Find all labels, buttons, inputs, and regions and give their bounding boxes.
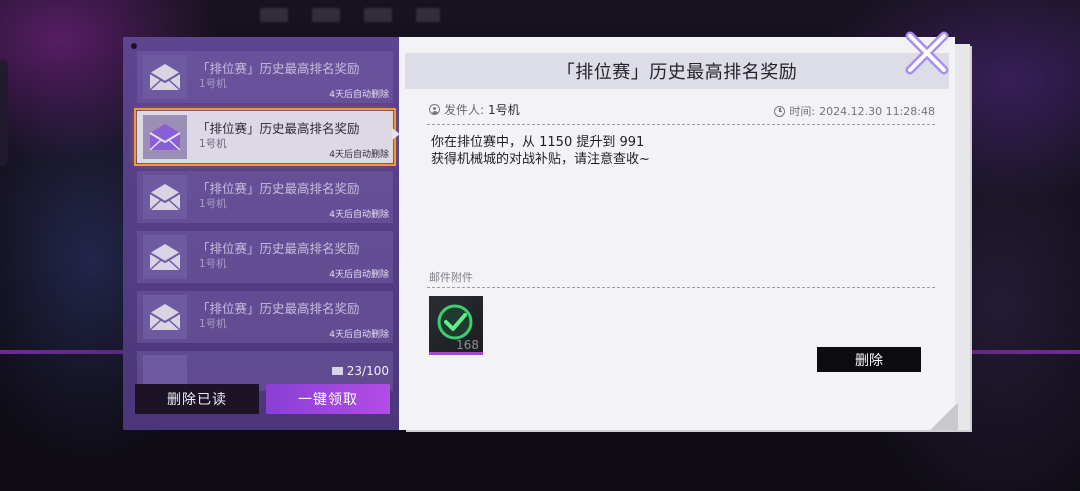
- attachment-quantity: 168: [456, 338, 479, 352]
- mail-item-expire: 4天后自动删除: [329, 330, 389, 340]
- mail-count-value: 23/100: [346, 364, 389, 378]
- envelope-icon: [143, 235, 187, 279]
- delete-mail-button[interactable]: 删除: [817, 347, 921, 372]
- mail-list[interactable]: 「排位赛」历史最高排名奖励 1号机 4天后自动删除 「排位赛」历史最高排名奖励 …: [123, 51, 399, 391]
- attachment-item[interactable]: 168: [429, 296, 483, 355]
- mail-list-item[interactable]: 「排位赛」历史最高排名奖励 1号机 4天后自动删除: [137, 231, 393, 283]
- background-side-tab: [0, 60, 8, 166]
- mail-list-item-selected[interactable]: 「排位赛」历史最高排名奖励 1号机 4天后自动删除: [134, 108, 396, 166]
- person-icon: [429, 104, 440, 115]
- mail-item-expire: 4天后自动删除: [329, 90, 389, 100]
- clock-icon: [774, 105, 786, 117]
- mail-body-line: 获得机械城的对战补贴，请注意查收~: [431, 152, 650, 167]
- paper-fold-corner: [930, 402, 958, 430]
- divider: [427, 287, 935, 288]
- mail-item-expire: 4天后自动删除: [329, 270, 389, 280]
- background-top-icons: [260, 8, 440, 22]
- mail-item-title: 「排位赛」历史最高排名奖励: [197, 61, 360, 76]
- mail-detail-panel: 「排位赛」历史最高排名奖励 发件人: 1号机 时间: 2024.12.30 11…: [399, 37, 958, 430]
- mail-detail-title: 「排位赛」历史最高排名奖励: [405, 53, 949, 89]
- mail-list-item[interactable]: 「排位赛」历史最高排名奖励 1号机 4天后自动删除: [137, 291, 393, 343]
- envelope-icon: [143, 175, 187, 219]
- close-icon[interactable]: [902, 28, 952, 78]
- mail-item-sender: 1号机: [199, 318, 227, 330]
- mail-item-sender: 1号机: [199, 258, 227, 270]
- envelope-open-icon: [143, 115, 187, 159]
- mail-item-sender: 1号机: [199, 198, 227, 210]
- mail-item-title: 「排位赛」历史最高排名奖励: [197, 181, 360, 196]
- mail-list-item[interactable]: 「排位赛」历史最高排名奖励 1号机 4天后自动删除: [137, 171, 393, 223]
- mail-count: 23/100: [331, 364, 389, 378]
- mail-count-envelope-icon: [331, 367, 343, 375]
- mail-sender-row: 发件人: 1号机: [429, 101, 520, 118]
- sender-label: 发件人:: [444, 103, 485, 117]
- mail-item-title: 「排位赛」历史最高排名奖励: [197, 241, 360, 256]
- time-value: 2024.12.30 11:28:48: [819, 104, 935, 118]
- attachments-label: 邮件附件: [429, 271, 473, 284]
- green-check-icon: [437, 304, 473, 340]
- sender-value: 1号机: [488, 103, 520, 117]
- mail-item-title: 「排位赛」历史最高排名奖励: [197, 301, 360, 316]
- envelope-icon: [143, 295, 187, 339]
- mail-body-line: 你在排位赛中，从 1150 提升到 991: [431, 135, 645, 150]
- time-label: 时间:: [789, 105, 816, 118]
- mail-time-row: 时间: 2024.12.30 11:28:48: [774, 103, 935, 119]
- mail-list-item[interactable]: 「排位赛」历史最高排名奖励 1号机 4天后自动删除: [137, 51, 393, 103]
- envelope-icon: [143, 55, 187, 99]
- claim-all-button[interactable]: 一键领取: [266, 384, 390, 414]
- divider: [427, 124, 935, 125]
- mail-item-sender: 1号机: [199, 78, 227, 90]
- mail-item-expire: 4天后自动删除: [329, 150, 389, 160]
- delete-read-button[interactable]: 删除已读: [135, 384, 259, 414]
- mail-body: 你在排位赛中，从 1150 提升到 991 获得机械城的对战补贴，请注意查收~: [431, 134, 650, 168]
- mail-list-panel: 「排位赛」历史最高排名奖励 1号机 4天后自动删除 「排位赛」历史最高排名奖励 …: [123, 37, 399, 430]
- mail-item-title: 「排位赛」历史最高排名奖励: [197, 121, 360, 136]
- mail-item-sender: 1号机: [199, 138, 227, 150]
- mail-item-expire: 4天后自动删除: [329, 210, 389, 220]
- pin-dot: [131, 43, 137, 49]
